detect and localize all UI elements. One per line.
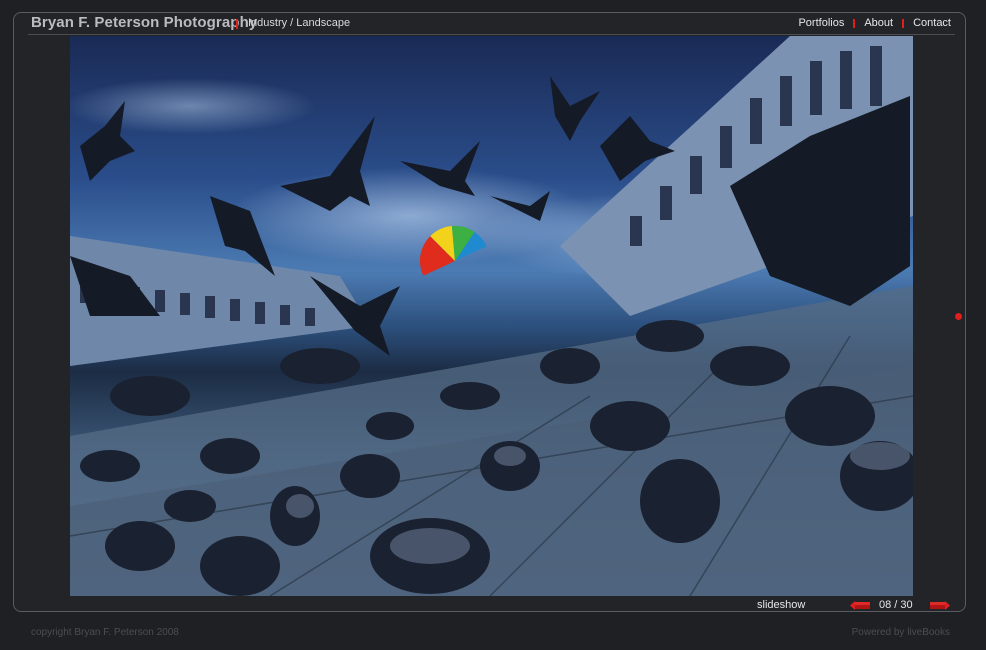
title-separator [236, 19, 238, 29]
slideshow-photo[interactable] [70, 36, 913, 596]
photo-illustration [70, 36, 913, 596]
nav-separator [902, 18, 905, 28]
side-indicator-dot[interactable] [955, 313, 962, 320]
prev-arrow-icon[interactable] [850, 601, 870, 610]
nav-separator [853, 18, 856, 28]
next-arrow-icon[interactable] [930, 601, 950, 610]
site-header: Bryan F. Peterson Photography Industry /… [28, 12, 955, 35]
section-breadcrumb: Industry / Landscape [248, 17, 351, 29]
copyright-text: copyright Bryan F. Peterson 2008 [31, 627, 179, 638]
powered-by-link[interactable]: Powered by liveBooks [852, 627, 950, 638]
nav-contact-link[interactable]: Contact [913, 17, 951, 29]
nav-about-link[interactable]: About [864, 17, 893, 29]
slide-counter: 08 / 30 [879, 599, 913, 611]
site-title[interactable]: Bryan F. Peterson Photography [31, 14, 257, 31]
nav-portfolios-link[interactable]: Portfolios [798, 17, 844, 29]
main-nav: Portfolios About Contact [798, 17, 951, 29]
slideshow-button[interactable]: slideshow [757, 599, 805, 611]
